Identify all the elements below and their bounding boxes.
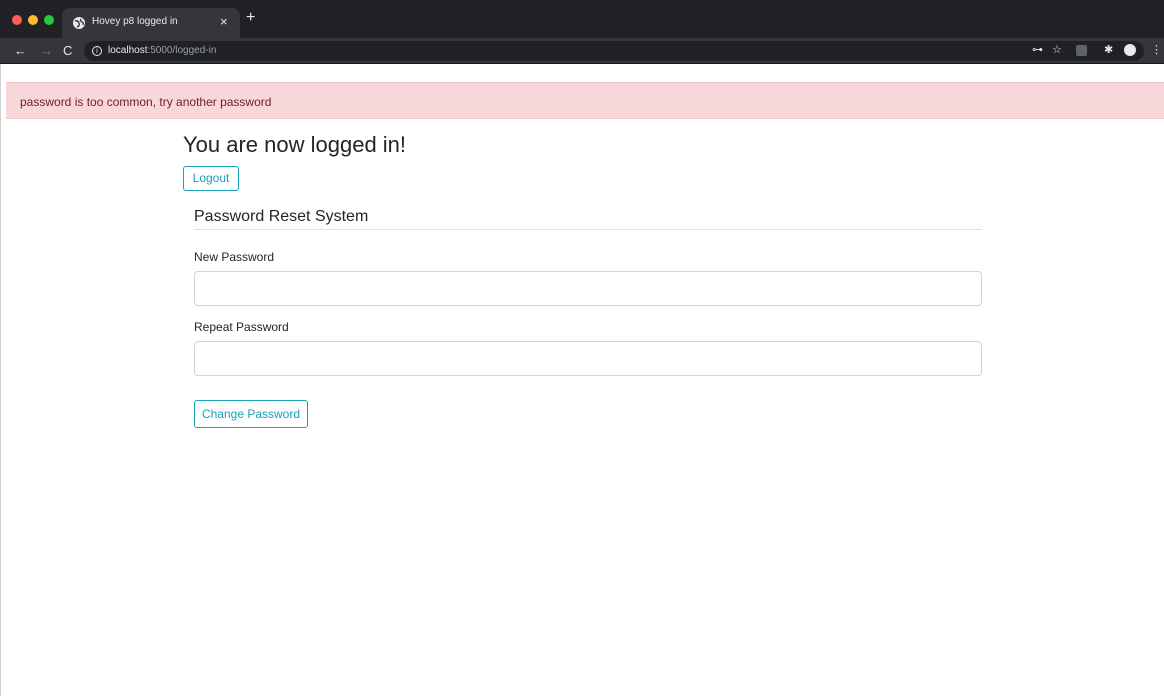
url-host: localhost xyxy=(108,45,148,56)
reload-icon[interactable]: C xyxy=(63,42,72,59)
extension-icon[interactable] xyxy=(1076,45,1087,56)
tab-close-icon[interactable]: × xyxy=(220,14,228,30)
page-title: You are now logged in! xyxy=(183,132,407,157)
minimize-window-button[interactable] xyxy=(28,15,38,25)
new-tab-button[interactable]: + xyxy=(246,10,255,26)
logout-button[interactable]: Logout xyxy=(183,166,239,191)
page-left-border xyxy=(0,64,6,696)
close-window-button[interactable] xyxy=(12,15,22,25)
change-password-button[interactable]: Change Password xyxy=(194,400,308,428)
url-text[interactable]: localhost:5000/logged-in xyxy=(108,45,216,56)
globe-icon xyxy=(73,17,85,29)
alert-message: password is too common, try another pass… xyxy=(20,95,272,109)
info-icon[interactable]: i xyxy=(92,46,102,56)
error-alert: password is too common, try another pass… xyxy=(6,82,1164,119)
browser-menu-icon[interactable]: ⋮ xyxy=(1151,43,1162,57)
section-title: Password Reset System xyxy=(194,208,369,225)
maximize-window-button[interactable] xyxy=(44,15,54,25)
repeat-password-label: Repeat Password xyxy=(194,320,289,334)
address-bar[interactable]: i localhost:5000/logged-in xyxy=(84,41,1144,61)
browser-tab[interactable]: Hovey p8 logged in × xyxy=(62,8,240,38)
tab-title: Hovey p8 logged in xyxy=(92,16,178,27)
browser-tab-bar: Hovey p8 logged in × + xyxy=(0,0,1164,38)
new-password-input[interactable] xyxy=(194,271,982,306)
forward-arrow-icon[interactable]: → xyxy=(40,42,53,59)
section-divider xyxy=(194,229,982,230)
new-password-label: New Password xyxy=(194,250,275,264)
bookmark-star-icon[interactable]: ☆ xyxy=(1052,43,1062,57)
repeat-password-input[interactable] xyxy=(194,341,982,376)
back-arrow-icon[interactable]: ← xyxy=(14,42,27,59)
key-icon[interactable]: ⊶ xyxy=(1032,43,1043,57)
puzzle-extensions-icon[interactable]: ✱ xyxy=(1104,43,1113,57)
url-path: :5000/logged-in xyxy=(147,45,217,56)
browser-toolbar: ← → C i localhost:5000/logged-in ⊶ ☆ ✱ ⋮ xyxy=(0,38,1164,64)
profile-avatar-icon[interactable] xyxy=(1124,44,1136,56)
